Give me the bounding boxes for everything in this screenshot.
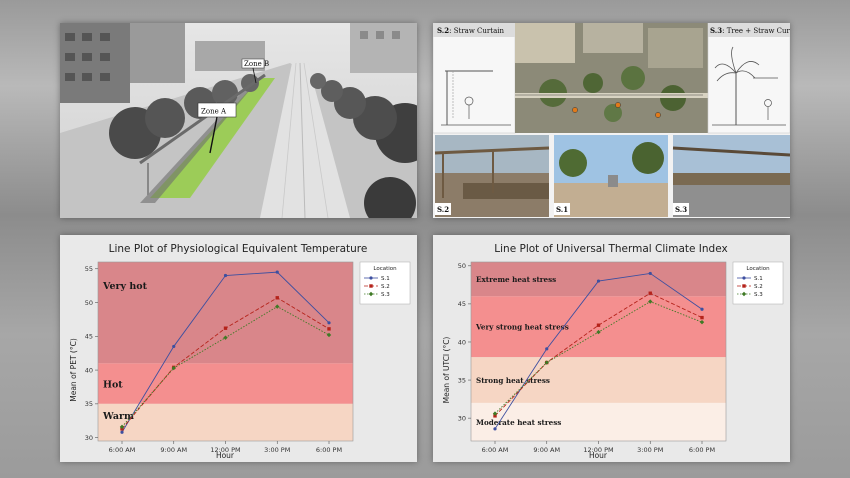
utci-ytick-label: 50 bbox=[458, 262, 466, 270]
tag-s2: S.2 bbox=[437, 205, 449, 214]
utci-ytick-label: 45 bbox=[458, 300, 466, 308]
pet-point-S.2 bbox=[275, 296, 279, 300]
pet-x-axis-label: Hour bbox=[216, 451, 235, 460]
utci-zone-label-1: Very strong heat stress bbox=[475, 323, 569, 332]
utci-y-axis-label: Mean of UTCI (°C) bbox=[442, 337, 451, 404]
utci-zone-label-2: Strong heat stress bbox=[476, 376, 550, 385]
pet-point-S.2 bbox=[327, 327, 331, 331]
tag-s1: S.1 bbox=[556, 205, 568, 214]
pet-ytick-label: 40 bbox=[85, 366, 93, 374]
s3-caption-bold: S.3 bbox=[710, 26, 722, 35]
utci-xtick-label: 6:00 AM bbox=[482, 446, 509, 454]
utci-xtick-label: 9:00 AM bbox=[533, 446, 560, 454]
s2-caption-bold: S.2 bbox=[437, 26, 449, 35]
s2-caption: : Straw Curtain bbox=[449, 27, 504, 35]
pet-xtick-label: 9:00 AM bbox=[160, 446, 187, 454]
utci-zone-label-0: Extreme heat stress bbox=[476, 275, 556, 284]
s3-caption: : Tree + Straw Curtain bbox=[722, 27, 790, 35]
pet-y-axis-label: Mean of PET (°C) bbox=[69, 338, 78, 402]
zone-a-photo: Zone A Zone B bbox=[60, 23, 417, 218]
utci-xtick-label: 6:00 PM bbox=[689, 446, 715, 454]
pet-ytick-label: 45 bbox=[85, 333, 93, 341]
utci-point-S.2 bbox=[648, 291, 652, 295]
utci-xtick-label: 3:00 PM bbox=[637, 446, 663, 454]
pet-zone-label-0: Very hot bbox=[102, 281, 148, 292]
utci-point-S.1 bbox=[648, 271, 652, 276]
pet-legend-label-S.2: S.2 bbox=[381, 284, 390, 290]
pet-point-S.1 bbox=[172, 344, 176, 349]
pet-legend-marker-S.1 bbox=[369, 276, 373, 280]
pet-xtick-label: 6:00 PM bbox=[316, 446, 342, 454]
utci-chart-title: Line Plot of Universal Thermal Climate I… bbox=[494, 243, 727, 255]
utci-point-S.2 bbox=[700, 315, 704, 320]
utci-point-S.1 bbox=[596, 279, 601, 283]
pet-legend-label-S.1: S.1 bbox=[381, 276, 390, 282]
pet-point-S.1 bbox=[120, 430, 124, 434]
utci-legend-title: Location bbox=[746, 266, 770, 272]
stations-photo-collage: S.2: Straw Curtain S.3: Tree + Straw Cur… bbox=[433, 23, 790, 218]
utci-chart-panel: Extreme heat stress Very strong heat stre… bbox=[433, 235, 790, 462]
pet-zone-label-1: Hot bbox=[103, 380, 123, 391]
pet-legend-title: Location bbox=[373, 266, 397, 272]
utci-point-S.2 bbox=[596, 323, 601, 327]
utci-legend-label-S.3: S.3 bbox=[754, 292, 763, 298]
pet-xtick-label: 6:00 AM bbox=[109, 446, 136, 454]
utci-point-S.1 bbox=[545, 347, 549, 351]
utci-ytick-label: 30 bbox=[458, 414, 466, 422]
pet-ytick-label: 30 bbox=[85, 434, 93, 442]
pet-zone-1 bbox=[98, 363, 353, 404]
pet-point-S.1 bbox=[223, 273, 228, 278]
pet-xtick-label: 3:00 PM bbox=[264, 446, 290, 454]
utci-legend-marker-S.1 bbox=[742, 276, 746, 280]
utci-line-chart: Extreme heat stress Very strong heat stre… bbox=[442, 243, 784, 460]
pet-chart-panel: Very hot Hot Warm 30 35 40 45 50 55 6:00 AM 9:00… bbox=[60, 235, 417, 462]
utci-legend-marker-S.2 bbox=[742, 284, 746, 288]
svg-text:S.2: Straw Curtain: S.2: Straw Curtain bbox=[437, 26, 504, 35]
zone-b-label: Zone B bbox=[244, 60, 269, 68]
utci-point-S.1 bbox=[493, 427, 497, 431]
utci-ytick-label: 40 bbox=[458, 338, 466, 346]
tag-s3: S.3 bbox=[675, 205, 687, 214]
pet-ytick-label: 50 bbox=[85, 299, 93, 307]
pet-ytick-label: 55 bbox=[85, 265, 93, 273]
pet-point-S.1 bbox=[327, 321, 331, 325]
utci-zone-label-3: Moderate heat stress bbox=[476, 418, 561, 427]
utci-point-S.1 bbox=[700, 307, 704, 311]
pet-legend-marker-S.2 bbox=[369, 284, 373, 288]
utci-legend-label-S.2: S.2 bbox=[754, 284, 763, 290]
pet-zone-0 bbox=[98, 262, 353, 364]
pet-line-chart: Very hotHotWarm 303540455055 6:00 AM 9:00… bbox=[69, 243, 411, 460]
pet-point-S.2 bbox=[223, 326, 228, 330]
pet-legend-label-S.3: S.3 bbox=[381, 292, 390, 298]
pet-point-S.1 bbox=[275, 270, 279, 274]
pet-ytick-label: 35 bbox=[85, 400, 93, 408]
svg-text:S.3: Tree + Straw Curtain: S.3: Tree + Straw Curtain bbox=[710, 26, 790, 35]
zone-a-label: Zone A bbox=[201, 108, 227, 116]
pet-chart-title: Line Plot of Physiological Equivalent Te… bbox=[109, 243, 368, 255]
utci-legend-label-S.1: S.1 bbox=[754, 276, 763, 282]
utci-ytick-label: 35 bbox=[458, 376, 466, 384]
utci-x-axis-label: Hour bbox=[589, 451, 608, 460]
